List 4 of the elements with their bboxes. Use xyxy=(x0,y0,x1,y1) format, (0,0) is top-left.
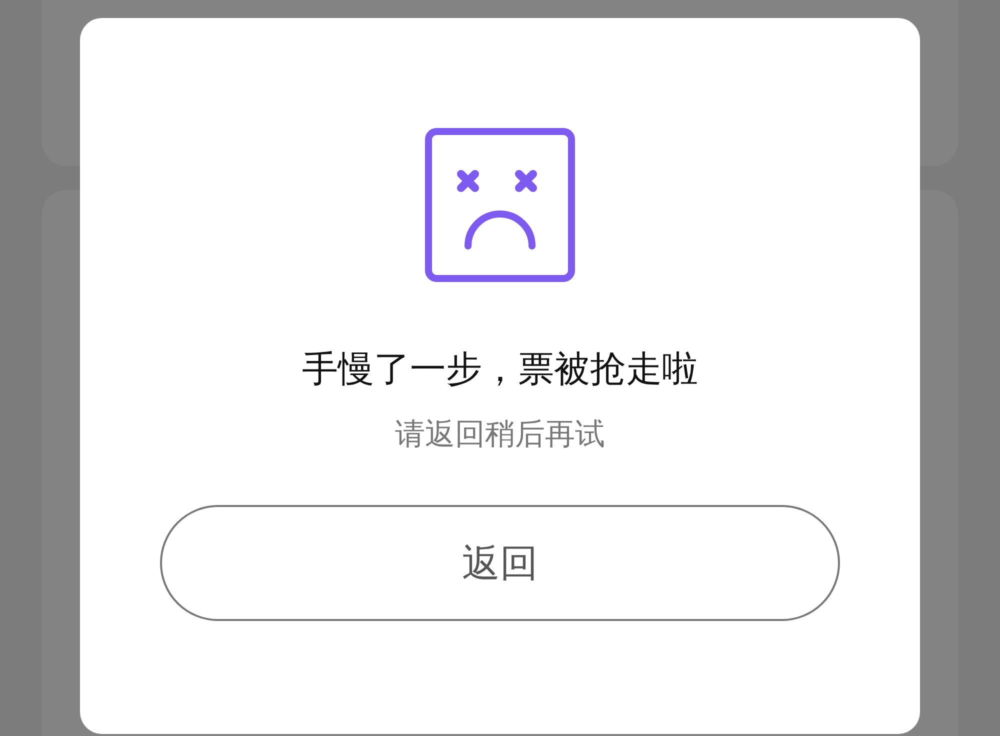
dialog-title: 手慢了一步，票被抢走啦 xyxy=(302,348,698,392)
sad-face-icon xyxy=(425,128,575,282)
dialog-message: 请返回稍后再试 xyxy=(395,417,605,454)
back-button[interactable]: 返回 xyxy=(160,505,840,622)
